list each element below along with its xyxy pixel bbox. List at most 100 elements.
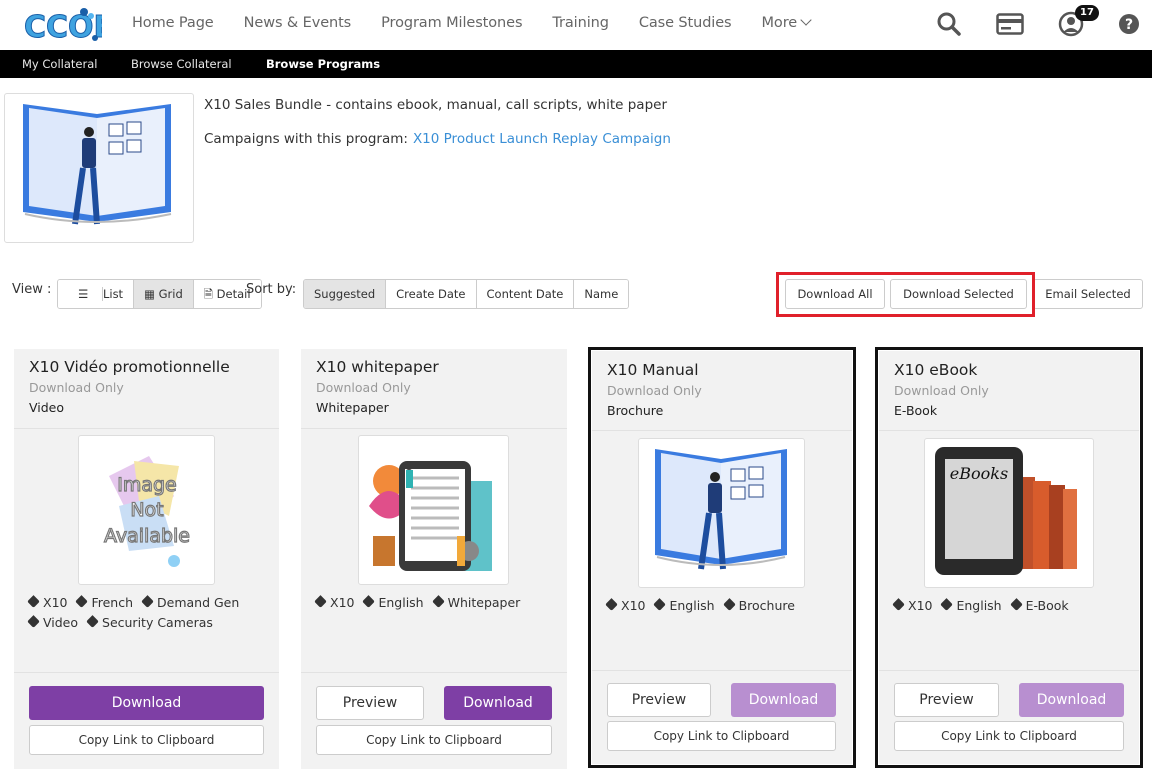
view-grid-button[interactable]: ▦ Grid [134, 280, 194, 308]
tag[interactable]: Video [27, 613, 79, 633]
copy-link-button[interactable]: Copy Link to Clipboard [29, 725, 264, 755]
nav-home-page[interactable]: Home Page [132, 15, 214, 31]
card-title[interactable]: X10 Vidéo promotionnelle [29, 358, 230, 376]
svg-text:Not: Not [130, 499, 163, 521]
tag-label: Security Cameras [102, 615, 213, 630]
card-type: Video [29, 400, 65, 415]
card-tags: X10 English Whitepaper [314, 593, 557, 613]
tag-label: X10 [908, 598, 933, 613]
tag-label: English [669, 598, 715, 613]
tag[interactable]: X10 [892, 596, 933, 616]
preview-button[interactable]: Preview [607, 683, 711, 717]
tag-label: French [91, 595, 134, 610]
tag-label: E-Book [1025, 598, 1069, 613]
tag[interactable]: Brochure [722, 596, 795, 616]
tag-icon [653, 598, 667, 611]
view-grid-label: Grid [158, 287, 183, 301]
nav-case-studies[interactable]: Case Studies [639, 15, 732, 31]
sort-content-date-button[interactable]: Content Date [476, 280, 575, 308]
view-label: View : [12, 282, 52, 297]
top-navigation: CCOE Home Page News & Events Program Mil… [0, 0, 1152, 50]
collateral-card: X10 whitepaper Download Only Whitepaper … [301, 349, 567, 769]
card-type: Brochure [607, 403, 664, 418]
tag-icon [605, 598, 618, 611]
sort-toggle-group: Suggested Create Date Content Date Name [303, 279, 630, 309]
nav-news-events[interactable]: News & Events [244, 15, 352, 31]
svg-text:eBooks: eBooks [950, 464, 1008, 483]
card-divider [14, 672, 279, 673]
manual-illustration [655, 449, 787, 570]
card-image[interactable] [638, 438, 805, 588]
copy-link-button[interactable]: Copy Link to Clipboard [607, 721, 836, 751]
download-button[interactable]: Download [444, 686, 552, 720]
tag-label: Whitepaper [447, 595, 521, 610]
tag[interactable]: X10 [605, 596, 645, 616]
ccoe-logo[interactable]: CCOE [22, 6, 102, 46]
nav-more[interactable]: More [761, 14, 812, 31]
tag-label: Demand Gen [157, 595, 240, 610]
program-title: X10 Sales Bundle - contains ebook, manua… [204, 97, 667, 113]
subnav-browse-programs[interactable]: Browse Programs [266, 57, 380, 71]
nav-program-milestones[interactable]: Program Milestones [381, 15, 522, 31]
campaign-link[interactable]: X10 Product Launch Replay Campaign [413, 131, 671, 147]
sort-create-date-button[interactable]: Create Date [386, 280, 477, 308]
tag-label: Video [43, 615, 79, 630]
view-toggle-group: ☰ List ▦ Grid 🗎 Detail [57, 279, 262, 309]
tag[interactable]: English [653, 596, 715, 616]
card-image[interactable] [358, 435, 509, 585]
card-icon[interactable] [996, 13, 1024, 35]
tag[interactable]: X10 [27, 593, 67, 613]
copy-link-button[interactable]: Copy Link to Clipboard [894, 721, 1124, 751]
tag[interactable]: English [362, 593, 424, 613]
tag-label: Brochure [738, 598, 795, 613]
card-header: X10 Manual Download Only Brochure [592, 351, 852, 431]
card-mode: Download Only [316, 380, 411, 395]
help-icon[interactable]: ? [1118, 13, 1140, 35]
view-list-label: List [102, 287, 124, 301]
download-button[interactable]: Download [29, 686, 264, 720]
tag-icon [27, 615, 40, 628]
view-list-button[interactable]: ☰ List [58, 280, 135, 308]
card-title[interactable]: X10 whitepaper [316, 358, 439, 376]
tag[interactable]: E-Book [1009, 596, 1069, 616]
download-button[interactable]: Download [1019, 683, 1124, 717]
nav-training[interactable]: Training [552, 15, 609, 31]
tag[interactable]: Security Cameras [86, 613, 213, 633]
tag-icon [1009, 598, 1023, 611]
collateral-card[interactable]: X10 Manual Download Only Brochure X10 En… [592, 351, 852, 764]
highlight-box [776, 272, 1035, 317]
card-title[interactable]: X10 eBook [894, 361, 977, 379]
sort-name-button[interactable]: Name [574, 280, 629, 308]
sort-suggested-button[interactable]: Suggested [304, 280, 387, 308]
tag[interactable]: X10 [314, 593, 355, 613]
subnav-browse-collateral[interactable]: Browse Collateral [131, 57, 232, 71]
subnav-my-collateral[interactable]: My Collateral [22, 57, 97, 71]
nav-more-label: More [761, 15, 798, 31]
card-image[interactable]: Image Not Available [78, 435, 215, 585]
email-selected-button[interactable]: Email Selected [1033, 279, 1143, 309]
preview-button[interactable]: Preview [894, 683, 999, 717]
copy-link-button[interactable]: Copy Link to Clipboard [316, 725, 552, 755]
card-divider [301, 672, 567, 673]
tag[interactable]: French [75, 593, 134, 613]
notification-badge: 17 [1075, 5, 1099, 21]
preview-button[interactable]: Preview [316, 686, 424, 720]
tag-label: X10 [330, 595, 355, 610]
collateral-card[interactable]: X10 eBook Download Only E-Book eBooks X1… [879, 351, 1139, 764]
card-image[interactable]: eBooks [924, 438, 1094, 588]
campaigns-label: Campaigns with this program: [204, 131, 408, 147]
tag[interactable]: English [940, 596, 1002, 616]
image-not-available-placeholder: Image Not Available [103, 456, 191, 567]
card-header: X10 Vidéo promotionnelle Download Only V… [14, 349, 279, 429]
chevron-down-icon [800, 14, 812, 26]
card-tags: X10 English E-Book [892, 596, 1129, 616]
tag[interactable]: Whitepaper [431, 593, 521, 613]
tag[interactable]: Demand Gen [141, 593, 240, 613]
card-type: E-Book [894, 403, 938, 418]
svg-text:Image: Image [117, 474, 177, 496]
download-button[interactable]: Download [731, 683, 836, 717]
search-icon[interactable] [936, 11, 962, 37]
card-tags: X10 French Demand Gen Video Security Cam… [27, 593, 269, 633]
card-type: Whitepaper [316, 400, 389, 415]
card-title[interactable]: X10 Manual [607, 361, 699, 379]
